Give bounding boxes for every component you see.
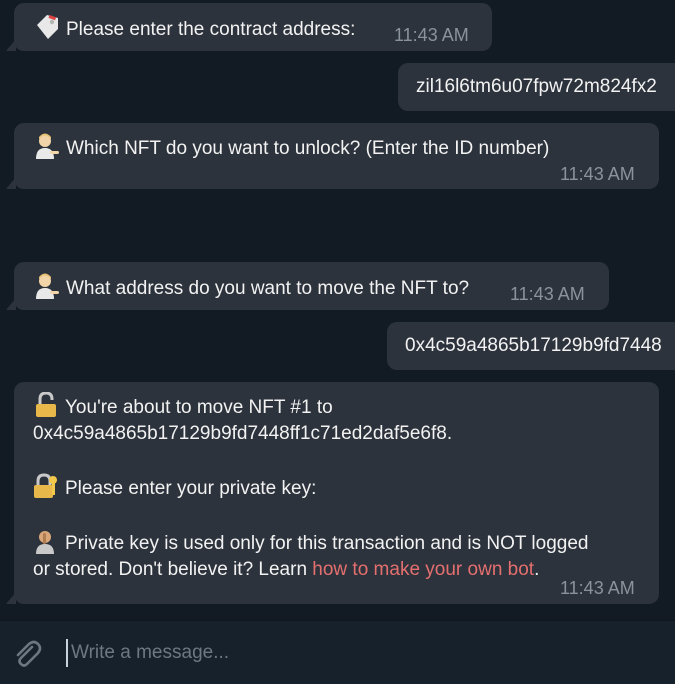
- message-time: 11:43 AM: [560, 164, 635, 184]
- message-time: 11:43 AM: [394, 25, 469, 45]
- person-pointing-icon: [36, 133, 59, 159]
- message-text: or stored. Don't believe it? Learn: [33, 559, 313, 580]
- bot-message-nft-id-prompt: Which NFT do you want to unlock? (Enter …: [6, 123, 659, 189]
- padlock-open-icon: [36, 392, 56, 417]
- message-time: 11:43 AM: [560, 578, 635, 598]
- message-input[interactable]: Write a message...: [66, 639, 631, 667]
- message-composer: Write a message...: [0, 620, 675, 684]
- bot-message-destination-prompt: What address do you want to move the NFT…: [6, 262, 609, 310]
- chat-history: Please enter the contract address: 11:43…: [0, 0, 675, 620]
- make-your-own-bot-link[interactable]: how to make your own bot: [312, 559, 534, 580]
- user-message-destination-address: 0x4c59a4865b17129b9fd7448: [387, 322, 675, 370]
- bot-message-contract-prompt: Please enter the contract address: 11:43…: [6, 3, 492, 51]
- message-text: 0x4c59a4865b17129b9fd7448ff1c71ed2daf5e6…: [33, 423, 453, 444]
- message-line: Please enter your private key:: [33, 473, 659, 502]
- person-pointing-icon: [36, 273, 59, 299]
- message-text: What address do you want to move the NFT…: [66, 278, 470, 299]
- message-line: Private key is used only for this transa…: [33, 528, 659, 557]
- user-message-contract-address: zil16l6tm6u07fpw72m824fx2: [398, 63, 675, 111]
- person-shushing-icon: [36, 531, 54, 554]
- message-text: Please enter your private key:: [65, 478, 317, 499]
- bot-message-private-key-prompt: You're about to move NFT #1 to 0x4c59a48…: [6, 382, 659, 604]
- message-line: You're about to move NFT #1 to: [33, 392, 659, 421]
- message-time: 11:43 AM: [510, 284, 585, 304]
- message-text: Which NFT do you want to unlock? (Enter …: [66, 138, 550, 159]
- paperclip-icon[interactable]: [12, 639, 42, 669]
- message-text: Private key is used only for this transa…: [65, 533, 589, 554]
- message-text: Please enter the contract address:: [66, 19, 356, 40]
- message-text: You're about to move NFT #1 to: [65, 397, 333, 418]
- lock-with-key-icon: [34, 473, 57, 498]
- message-text: .: [534, 559, 540, 580]
- message-text: zil16l6tm6u07fpw72m824fx2: [416, 76, 657, 97]
- tag-icon: [37, 15, 58, 39]
- message-text: 0x4c59a4865b17129b9fd7448: [405, 335, 662, 356]
